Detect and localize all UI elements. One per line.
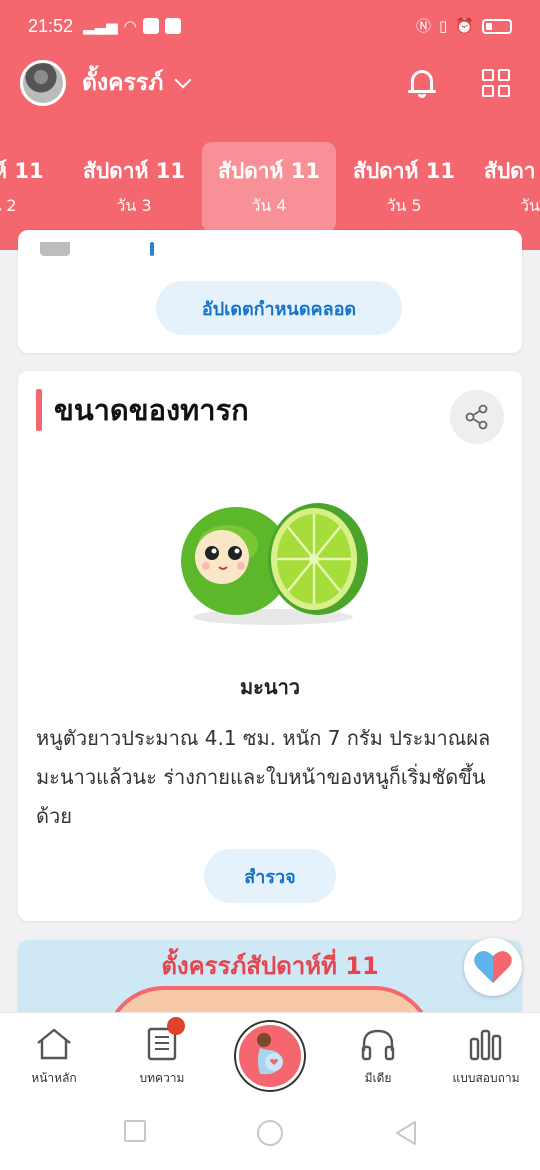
baby-size-description: หนูตัวยาวประมาณ 4.1 ซม. หนัก 7 กรัม ประม…: [36, 726, 491, 828]
heart-icon: [474, 951, 512, 983]
alarm-icon: ⏰: [455, 16, 474, 35]
status-bar: 21:52 ▂▃▅ ◠ Ⓝ ▯ ⏰: [0, 0, 540, 52]
day-tab-week: สัปดาห์ 11: [353, 159, 455, 183]
update-due-date-button[interactable]: อัปเดตกำหนดคลอด: [156, 281, 402, 335]
back-icon[interactable]: [394, 1120, 418, 1146]
fruit-name: มะนาว: [239, 675, 301, 699]
heart-floating-button[interactable]: [464, 938, 522, 996]
profile-switcher[interactable]: ตั้งครรภ์: [82, 65, 192, 101]
nav-media[interactable]: มีเดีย: [324, 1013, 432, 1099]
headphones-icon: [361, 1029, 395, 1061]
week-article-title: ตั้งครรภ์สัปดาห์ที่ 11: [161, 952, 379, 980]
status-icons-left: ▂▃▅ ◠: [83, 18, 181, 34]
pregnant-woman-icon: [257, 1033, 283, 1074]
nav-survey-label: แบบสอบถาม: [452, 1071, 520, 1085]
nav-articles[interactable]: บทความ: [108, 1013, 216, 1099]
recents-button[interactable]: [124, 1120, 146, 1142]
bar-chart-icon: [469, 1029, 502, 1061]
profile-name: ตั้งครรภ์: [82, 70, 164, 96]
lime-illustration: [178, 499, 368, 629]
due-date-text-fragment: [150, 242, 154, 256]
due-date-card: อัปเดตกำหนดคลอด: [18, 230, 522, 353]
nav-home[interactable]: หน้าหลัก: [0, 1013, 108, 1099]
day-tab-day: วัน 2: [0, 196, 17, 215]
translate-notification-icon: [164, 18, 181, 34]
status-time: 21:52: [28, 15, 74, 36]
title-accent-bar: [36, 389, 42, 431]
week-article-card[interactable]: ตั้งครรภ์สัปดาห์ที่ 11: [18, 940, 522, 1020]
day-tab-week: สัปดา: [484, 159, 536, 183]
nfc-icon: Ⓝ: [416, 16, 432, 35]
home-system-button[interactable]: [257, 1120, 283, 1146]
avatar[interactable]: [20, 60, 66, 106]
share-icon: [465, 404, 488, 430]
grid-menu-icon[interactable]: [482, 69, 510, 97]
week-day-tabs: ปดาห์ 11 วัน 2 สัปดาห์ 11 วัน 3 สัปดาห์ …: [0, 142, 540, 232]
day-tab-day: วัน: [520, 196, 540, 215]
pregnancy-center-button[interactable]: [236, 1022, 304, 1090]
bell-icon[interactable]: [408, 67, 436, 99]
card-title: ขนาดของทารก: [54, 393, 249, 427]
vibrate-icon: ▯: [439, 16, 448, 35]
calendar-icon: [40, 242, 70, 256]
day-tab-day: วัน 5: [386, 196, 422, 215]
app-header: 21:52 ▂▃▅ ◠ Ⓝ ▯ ⏰ ตั้งครรภ์ ห์ 11 2 สัปด…: [0, 0, 540, 250]
home-icon: [37, 1028, 71, 1060]
day-tab-day: วัน 3: [116, 196, 152, 215]
day-tab[interactable]: สัปดาห์ 11 วัน 5: [337, 142, 471, 232]
battery-icon: [482, 18, 512, 34]
day-tab[interactable]: สัปดาห์ 11 วัน 3: [67, 142, 201, 232]
nav-survey[interactable]: แบบสอบถาม: [432, 1013, 540, 1099]
chevron-down-icon: [174, 71, 192, 89]
day-tab[interactable]: ปดาห์ 11 วัน 2: [0, 142, 66, 232]
nav-articles-label: บทความ: [139, 1071, 185, 1085]
share-button[interactable]: [450, 390, 504, 444]
day-tab[interactable]: สัปดา วัน: [472, 142, 540, 232]
nav-home-label: หน้าหลัก: [31, 1071, 77, 1085]
baby-size-card: ขนาดของทารก มะนาว หนูตัวยาวประมาณ 4.1 ซม…: [18, 371, 522, 921]
app-notification-icon: [142, 18, 159, 34]
explore-button[interactable]: สำรวจ: [204, 849, 336, 903]
day-tab-day: วัน 4: [251, 196, 287, 215]
nav-media-label: มีเดีย: [364, 1071, 392, 1085]
day-tab-active[interactable]: สัปดาห์ 11 วัน 4: [202, 142, 336, 232]
wifi-icon: ◠: [123, 16, 137, 35]
notification-badge: [167, 1017, 185, 1035]
signal-icon: ▂▃▅: [83, 16, 118, 35]
system-navigation-bar: [0, 1098, 540, 1170]
top-actions: [408, 67, 520, 99]
top-bar: ตั้งครรภ์: [0, 52, 540, 114]
day-tab-week: สัปดาห์ 11: [83, 159, 185, 183]
day-tab-week: ปดาห์ 11: [0, 159, 44, 183]
status-icons-right: Ⓝ ▯ ⏰: [416, 16, 512, 35]
day-tab-week: สัปดาห์ 11: [218, 159, 320, 183]
